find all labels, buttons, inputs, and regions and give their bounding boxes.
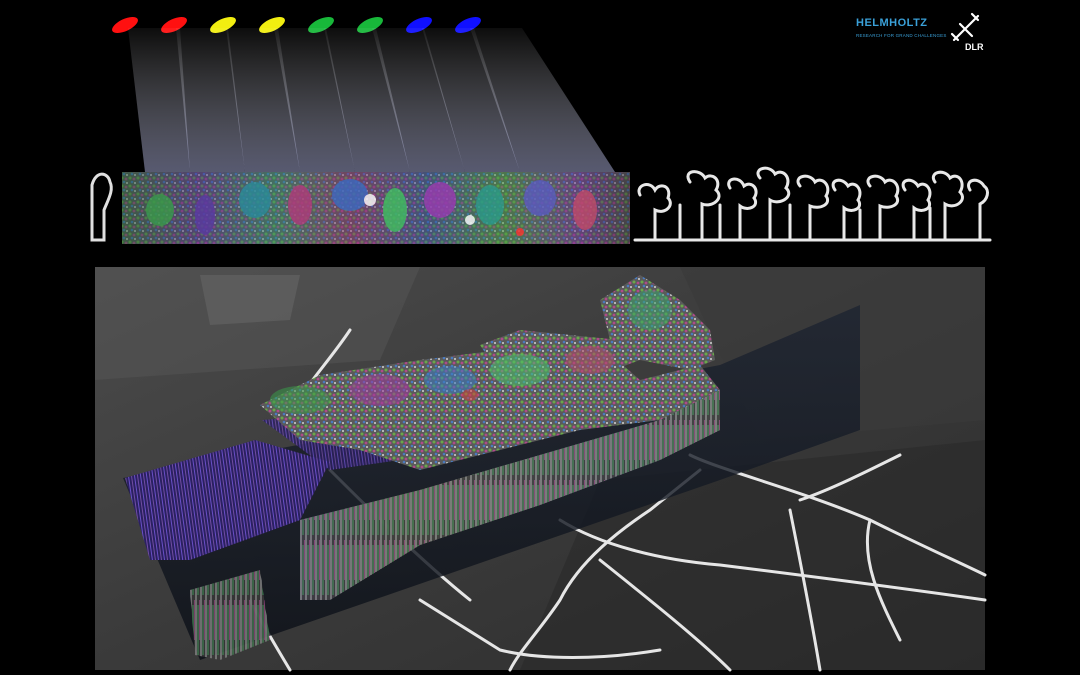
tomography-scene: [90, 16, 992, 672]
dlr-logo-icon: [950, 12, 980, 42]
helmholtz-logo: HELMHOLTZ: [856, 17, 928, 29]
sensor-beams: [128, 28, 615, 172]
tomography-strip: [90, 172, 630, 244]
helmholtz-tagline: RESEARCH FOR GRAND CHALLENGES: [856, 33, 947, 38]
dlr-logo-text: DLR: [965, 42, 984, 52]
tree-silhouettes: [633, 166, 992, 242]
